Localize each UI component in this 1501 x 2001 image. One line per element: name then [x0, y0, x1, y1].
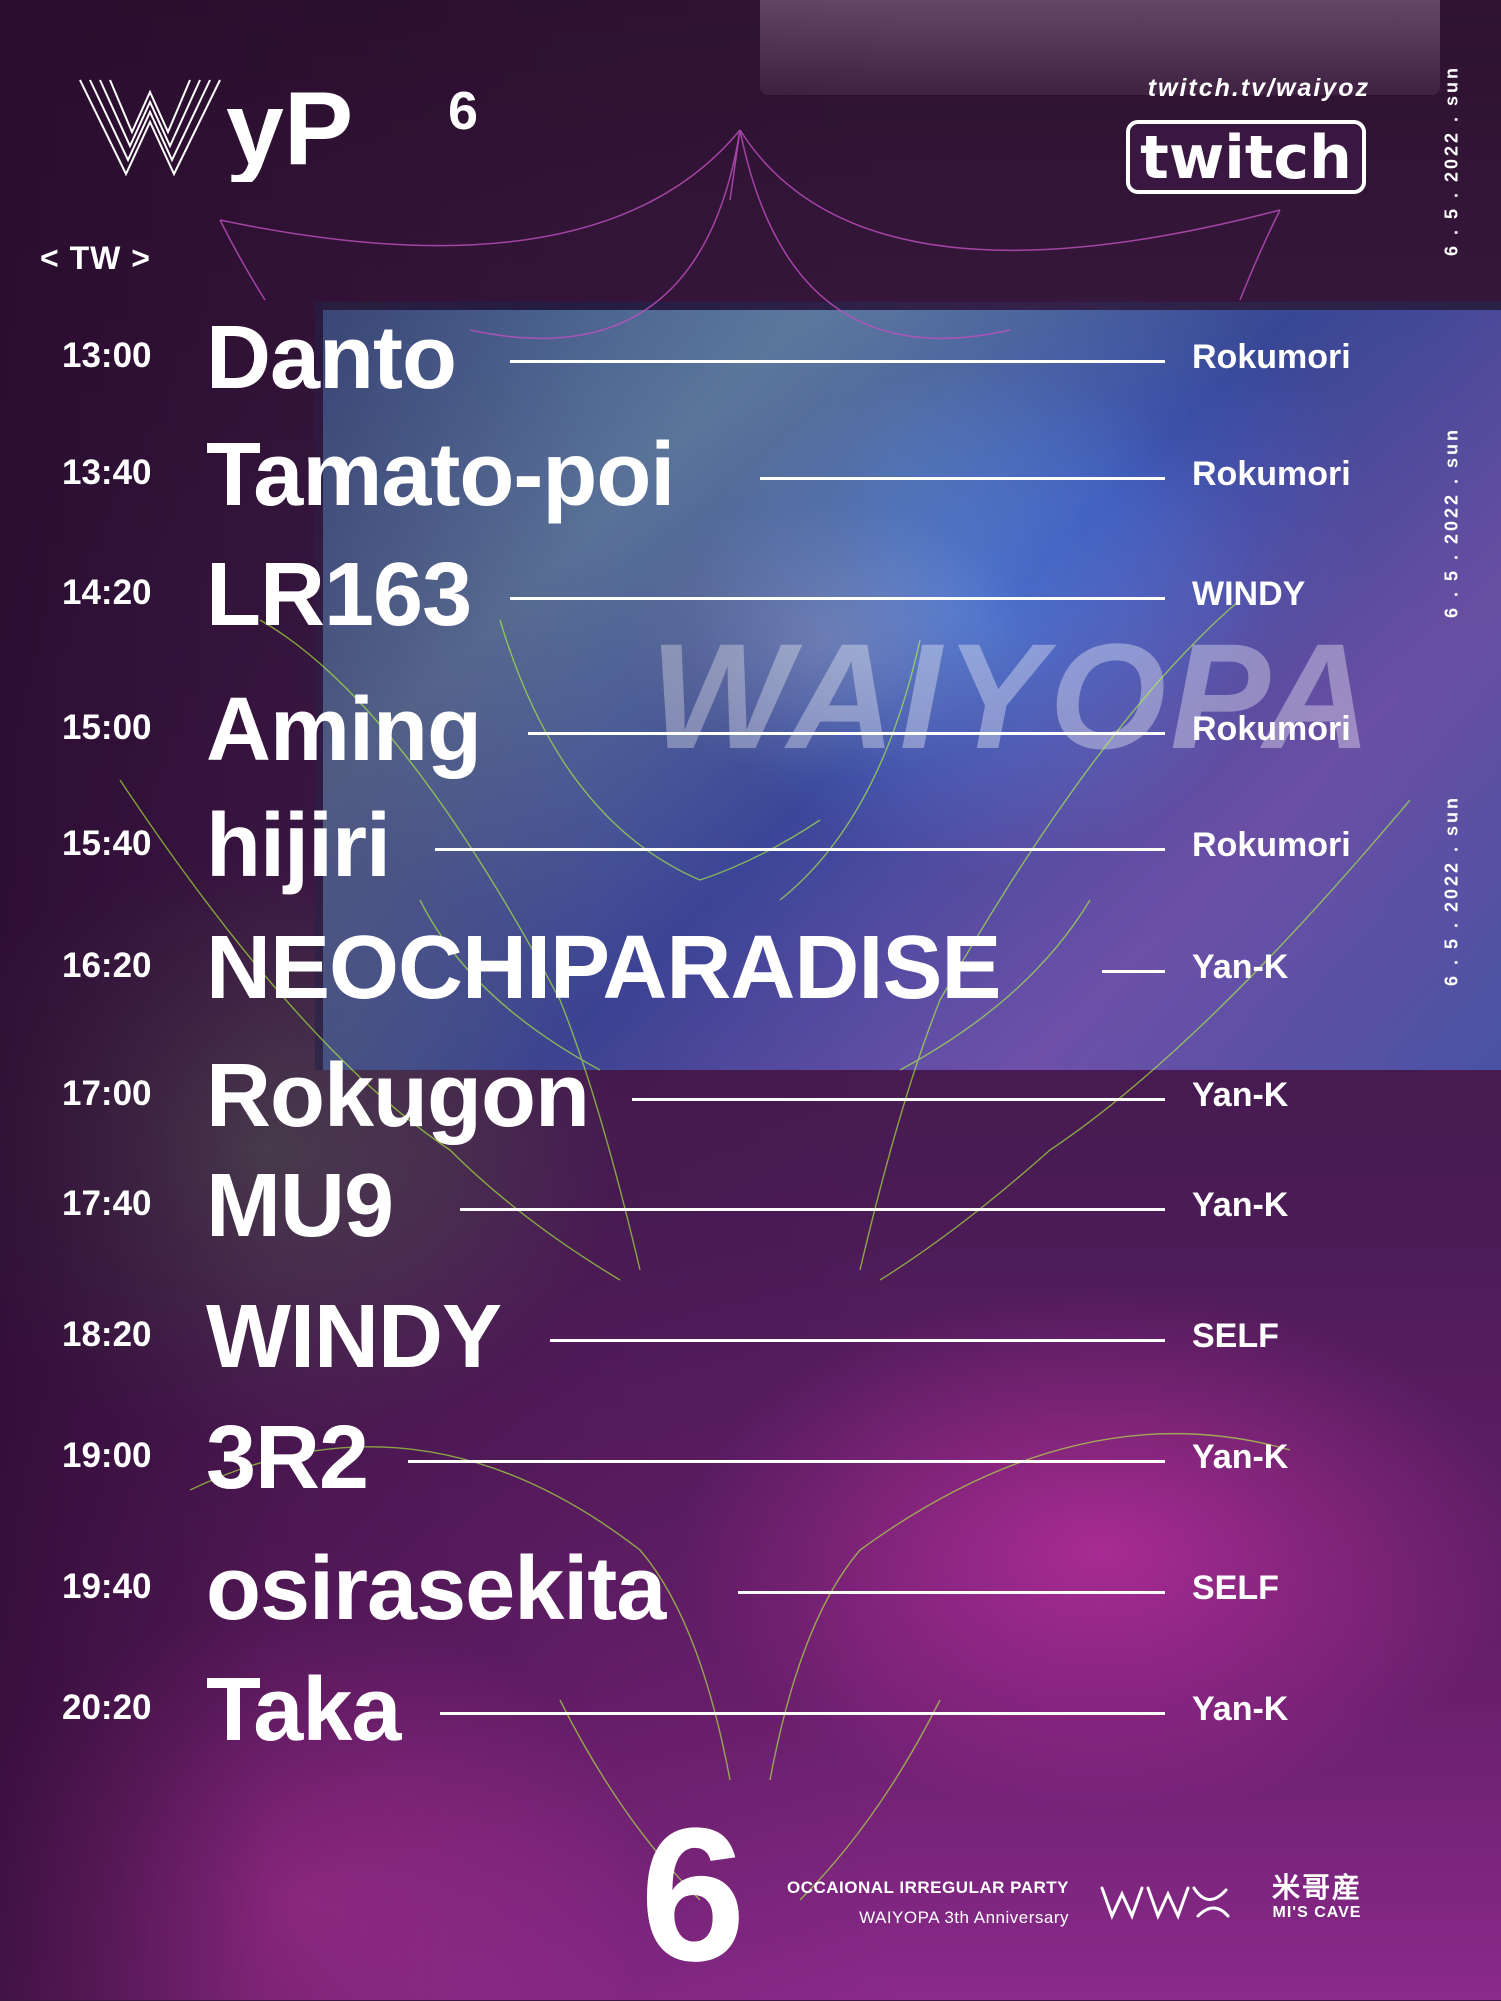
slot-divider — [528, 732, 1165, 735]
slot-time: 14:20 — [62, 573, 152, 612]
slot-divider — [510, 360, 1165, 363]
slot-artist: WINDY — [206, 1287, 502, 1387]
slot-host: Rokumori — [1192, 826, 1351, 864]
slot-time: 15:40 — [62, 824, 152, 863]
footer-tagline-1: OCCAIONAL IRREGULAR PARTY — [787, 1878, 1069, 1897]
slot-divider — [550, 1339, 1165, 1342]
venue-kanji: 米哥産 — [1271, 1872, 1362, 1903]
slot-host: WINDY — [1192, 575, 1306, 613]
wyp-logo-yp: yP — [226, 72, 353, 182]
slot-artist: LR163 — [206, 545, 472, 645]
slot-host: Rokumori — [1192, 338, 1351, 376]
slot-artist: Tamato-poi — [206, 425, 675, 525]
slot-host: Yan-K — [1192, 1076, 1289, 1114]
timetable-row: 13:00 Danto Rokumori — [0, 308, 1501, 408]
slot-artist: Rokugon — [206, 1046, 590, 1146]
slot-time: 19:40 — [62, 1567, 152, 1606]
twitch-wordmark: twitch — [1126, 120, 1366, 194]
slot-host: Rokumori — [1192, 455, 1351, 493]
slot-host: SELF — [1192, 1317, 1279, 1355]
slot-artist: Danto — [206, 308, 457, 408]
slot-divider — [738, 1591, 1165, 1594]
timetable-row: 14:20 LR163 WINDY — [0, 545, 1501, 645]
slot-divider — [460, 1208, 1165, 1211]
edition-number: 6 — [448, 81, 479, 141]
timetable-row: 17:40 MU9 Yan-K — [0, 1156, 1501, 1256]
slot-host: Yan-K — [1192, 1438, 1289, 1476]
slot-time: 17:00 — [62, 1074, 152, 1113]
timetable-row: 15:00 Aming Rokumori — [0, 680, 1501, 780]
slot-time: 17:40 — [62, 1184, 152, 1223]
timetable-row: 13:40 Tamato-poi Rokumori — [0, 425, 1501, 525]
footer-tagline-2: WAIYOPA 3th Anniversary — [859, 1908, 1069, 1927]
timetable-row: 16:20 NEOCHIPARADISE Yan-K — [0, 918, 1501, 1018]
stream-label: < TW > — [40, 240, 151, 276]
timetable-row: 20:20 Taka Yan-K — [0, 1660, 1501, 1760]
slot-divider — [510, 597, 1165, 600]
wyp-logo: yP — [79, 72, 353, 182]
slot-time: 18:20 — [62, 1315, 152, 1354]
slot-time: 16:20 — [62, 946, 152, 985]
slot-divider — [760, 477, 1165, 480]
slot-time: 20:20 — [62, 1688, 152, 1727]
waiyopa-logo-icon — [1100, 1886, 1230, 1920]
slot-host: Rokumori — [1192, 710, 1351, 748]
slot-artist: hijiri — [206, 796, 391, 896]
slot-host: Yan-K — [1192, 1186, 1289, 1224]
slot-artist: Aming — [206, 680, 482, 780]
slot-divider — [632, 1098, 1165, 1101]
slot-divider — [408, 1460, 1165, 1463]
slot-time: 15:00 — [62, 708, 152, 747]
timetable-row: 17:00 Rokugon Yan-K — [0, 1046, 1501, 1146]
slot-artist: Taka — [206, 1660, 401, 1760]
slot-time: 13:40 — [62, 453, 152, 492]
slot-host: Yan-K — [1192, 948, 1289, 986]
slot-artist: NEOCHIPARADISE — [206, 918, 1001, 1018]
twitch-url[interactable]: twitch.tv/waiyoz — [1120, 74, 1370, 103]
slot-artist: 3R2 — [206, 1408, 369, 1508]
slot-time: 13:00 — [62, 336, 152, 375]
twitch-wordmark-text: twitch — [1140, 123, 1352, 193]
venue-name: MI'S CAVE — [1272, 1904, 1362, 1921]
timetable-row: 19:00 3R2 Yan-K — [0, 1408, 1501, 1508]
slot-divider — [435, 848, 1165, 851]
slot-host: Yan-K — [1192, 1690, 1289, 1728]
slot-divider — [440, 1712, 1165, 1715]
slot-time: 19:00 — [62, 1436, 152, 1475]
footer-edition-number: 6 — [640, 1789, 746, 2001]
timetable-row: 19:40 osirasekita SELF — [0, 1539, 1501, 1639]
slot-divider — [1102, 970, 1165, 973]
slot-host: SELF — [1192, 1569, 1279, 1607]
timetable-row: 18:20 WINDY SELF — [0, 1287, 1501, 1387]
slot-artist: MU9 — [206, 1156, 394, 1256]
slot-artist: osirasekita — [206, 1539, 666, 1639]
date-vertical-1: 6 . 5 . 2022 . sun — [1441, 64, 1462, 257]
timetable-row: 15:40 hijiri Rokumori — [0, 796, 1501, 896]
venue-logo: 米哥産 MI'S CAVE — [1262, 1872, 1372, 1922]
